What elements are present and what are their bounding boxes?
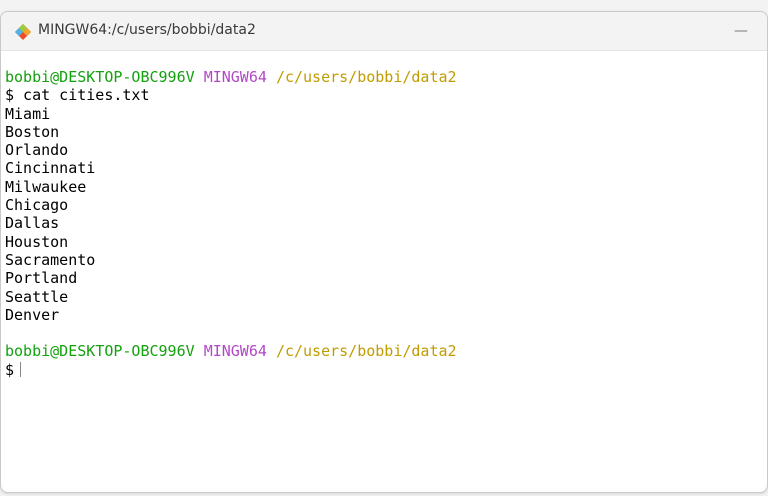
output-line: Portland <box>5 269 78 288</box>
minimize-button[interactable]: — <box>729 20 753 42</box>
window-title: MINGW64:/c/users/bobbi/data2 <box>38 22 256 38</box>
input-line[interactable]: $ <box>5 361 767 379</box>
output-line: Chicago <box>5 196 69 215</box>
output-line: Houston <box>5 232 69 251</box>
output-line: Orlando <box>5 141 69 160</box>
output-line: Dallas <box>5 214 60 233</box>
prompt-path: /c/users/bobbi/data2 <box>275 342 457 361</box>
prompt-path: /c/users/bobbi/data2 <box>275 68 457 86</box>
prompt-line: bobbi@DESKTOP-OBC996V MINGW64 /c/users/b… <box>5 342 767 360</box>
output-line: Milwaukee <box>5 177 87 196</box>
output-line: Cincinnati <box>5 159 96 178</box>
prompt-user-host: bobbi@DESKTOP-OBC996V <box>5 342 195 361</box>
prompt-env: MINGW64 <box>203 68 267 86</box>
output-line: Denver <box>5 305 60 324</box>
output-line: Sacramento <box>5 250 96 269</box>
terminal-window: MINGW64:/c/users/bobbi/data2 — bobbi@DES… <box>0 11 768 493</box>
command-line: $ cat cities.txt <box>5 86 150 105</box>
terminal-output[interactable]: bobbi@DESKTOP-OBC996V MINGW64 /c/users/b… <box>5 68 767 492</box>
text-cursor <box>20 361 22 377</box>
output-line: Boston <box>5 122 60 141</box>
git-bash-icon <box>15 24 31 40</box>
title-bar[interactable]: MINGW64:/c/users/bobbi/data2 — <box>1 12 767 51</box>
prompt-user-host: bobbi@DESKTOP-OBC996V <box>5 68 195 86</box>
output-line: Seattle <box>5 287 69 306</box>
output-line: Miami <box>5 104 51 123</box>
prompt-line: bobbi@DESKTOP-OBC996V MINGW64 /c/users/b… <box>5 68 767 86</box>
prompt-symbol: $ <box>5 360 15 379</box>
prompt-env: MINGW64 <box>203 342 267 361</box>
